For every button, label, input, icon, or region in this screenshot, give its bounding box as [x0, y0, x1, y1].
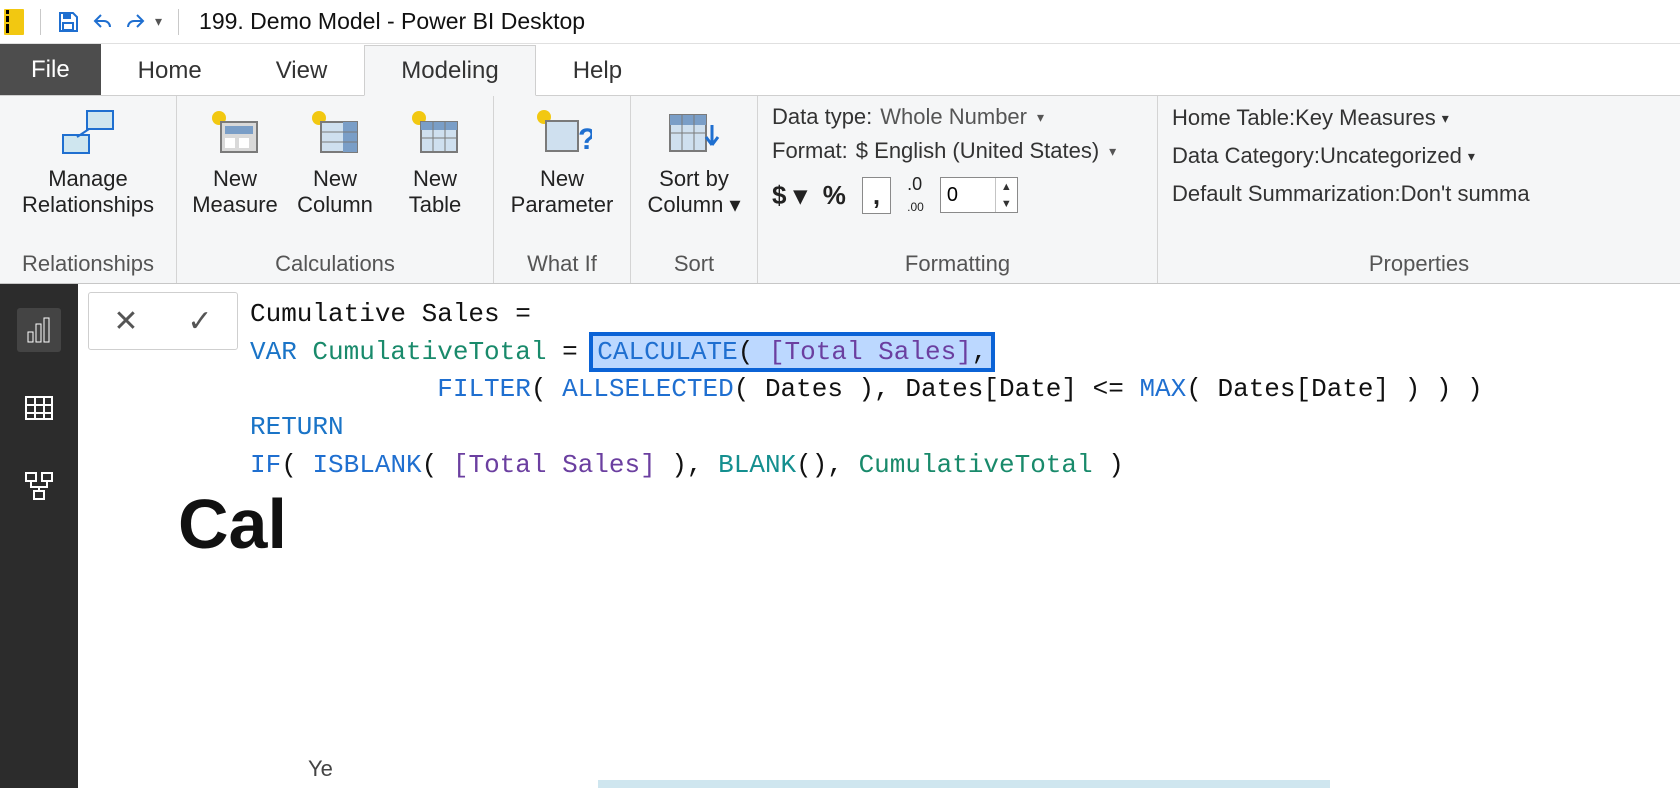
sort-by-column-label: Sort by Column ▾ [648, 166, 741, 218]
data-category-value: Uncategorized [1320, 143, 1462, 169]
cancel-formula-button[interactable]: ✕ [89, 304, 163, 339]
tab-view[interactable]: View [239, 45, 365, 96]
sort-by-column-icon [661, 106, 727, 160]
tab-file[interactable]: File [0, 44, 101, 95]
data-category-dropdown[interactable]: Data Category: Uncategorized ▾ [1166, 140, 1672, 172]
data-view-button[interactable] [17, 386, 61, 430]
undo-button[interactable] [85, 5, 119, 39]
stepper-up[interactable]: ▲ [996, 178, 1017, 195]
decimal-places-icon: .0.00 [907, 174, 924, 216]
new-column-button[interactable]: New Column [285, 102, 385, 218]
formula-bar: ✕ ✓ Cumulative Sales = VAR CumulativeTot… [78, 284, 1680, 488]
powerbi-logo-icon [4, 9, 24, 35]
separator [40, 9, 41, 35]
visual-title-fragment: Cal [178, 484, 338, 564]
format-label: Format: [772, 138, 848, 164]
new-table-icon [402, 106, 468, 160]
new-table-button[interactable]: New Table [385, 102, 485, 218]
group-label-sort: Sort [639, 247, 749, 283]
visual-axis-label-fragment: Ye [308, 756, 333, 782]
percent-format-button[interactable]: % [823, 180, 846, 211]
stepper-down[interactable]: ▼ [996, 195, 1017, 212]
ribbon-group-formatting: Data type: Whole Number ▾ Format: $ Engl… [758, 96, 1158, 283]
chevron-down-icon: ▾ [1468, 148, 1475, 165]
view-switcher [0, 284, 78, 788]
tab-help[interactable]: Help [536, 45, 659, 96]
data-type-dropdown[interactable]: Data type: Whole Number ▾ [766, 102, 1149, 132]
ribbon-group-properties: Home Table: Key Measures ▾ Data Category… [1158, 96, 1680, 283]
bottom-scroll-indicator [598, 780, 1330, 788]
chevron-down-icon: ▾ [723, 192, 740, 217]
data-type-value: Whole Number [880, 104, 1027, 130]
new-column-icon [302, 106, 368, 160]
formula-editor[interactable]: Cumulative Sales = VAR CumulativeTotal =… [244, 292, 1674, 488]
new-measure-label: New Measure [192, 166, 278, 218]
chevron-down-icon: ▾ [794, 180, 807, 210]
new-column-label: New Column [297, 166, 373, 218]
tab-modeling[interactable]: Modeling [364, 45, 535, 96]
redo-button[interactable] [119, 5, 153, 39]
default-summarization-value: Don't summa [1401, 181, 1530, 207]
selected-text: CALCULATE( [Total Sales], [593, 336, 991, 368]
group-label-properties: Properties [1166, 247, 1672, 283]
workspace: ✕ ✓ Cumulative Sales = VAR CumulativeTot… [0, 284, 1680, 788]
tab-home[interactable]: Home [101, 45, 239, 96]
ribbon-group-calculations: New Measure New Column [177, 96, 494, 283]
currency-format-button[interactable]: $ ▾ [772, 180, 807, 211]
chevron-down-icon: ▾ [1037, 109, 1044, 126]
thousands-separator-button[interactable]: , [862, 177, 891, 214]
group-label-formatting: Formatting [766, 247, 1149, 283]
new-parameter-icon: ? [529, 106, 595, 160]
group-label-whatif: What If [502, 247, 622, 283]
ribbon-group-whatif: ? New Parameter What If [494, 96, 631, 283]
new-measure-icon [202, 106, 268, 160]
measure-name: Cumulative Sales [250, 299, 515, 329]
manage-relationships-icon [55, 106, 121, 160]
formula-action-buttons: ✕ ✓ [88, 292, 238, 350]
title-bar: ▾ 199. Demo Model - Power BI Desktop [0, 0, 1680, 44]
separator [178, 9, 179, 35]
model-view-button[interactable] [17, 464, 61, 508]
ribbon: Manage Relationships Relationships New M… [0, 96, 1680, 284]
group-label-calculations: Calculations [185, 247, 485, 283]
default-summarization-dropdown[interactable]: Default Summarization: Don't summa [1166, 178, 1672, 210]
group-label-relationships: Relationships [8, 247, 168, 283]
ribbon-group-relationships: Manage Relationships Relationships [0, 96, 177, 283]
chevron-down-icon: ▾ [1109, 143, 1116, 160]
qat-customize-dropdown[interactable]: ▾ [155, 13, 162, 30]
svg-text:?: ? [578, 123, 592, 156]
format-dropdown[interactable]: Format: $ English (United States) ▾ [766, 136, 1149, 166]
manage-relationships-label: Manage Relationships [22, 166, 154, 218]
manage-relationships-button[interactable]: Manage Relationships [8, 102, 168, 218]
new-measure-button[interactable]: New Measure [185, 102, 285, 218]
ribbon-tabs: File Home View Modeling Help [0, 44, 1680, 96]
home-table-label: Home Table: [1172, 105, 1295, 131]
window-title: 199. Demo Model - Power BI Desktop [199, 8, 585, 35]
default-summarization-label: Default Summarization: [1172, 181, 1401, 207]
data-type-label: Data type: [772, 104, 872, 130]
new-parameter-label: New Parameter [511, 166, 614, 218]
save-button[interactable] [51, 5, 85, 39]
home-table-dropdown[interactable]: Home Table: Key Measures ▾ [1166, 102, 1672, 134]
new-parameter-button[interactable]: ? New Parameter [502, 102, 622, 218]
format-value: $ English (United States) [856, 138, 1099, 164]
report-view-button[interactable] [17, 308, 61, 352]
decimal-places-stepper[interactable]: ▲▼ [940, 177, 1018, 213]
chevron-down-icon: ▾ [1442, 110, 1449, 127]
new-table-label: New Table [409, 166, 462, 218]
commit-formula-button[interactable]: ✓ [163, 304, 237, 339]
decimal-places-input[interactable] [941, 178, 995, 212]
ribbon-group-sort: Sort by Column ▾ Sort [631, 96, 758, 283]
home-table-value: Key Measures [1295, 105, 1436, 131]
canvas: ✕ ✓ Cumulative Sales = VAR CumulativeTot… [78, 284, 1680, 788]
sort-by-column-button[interactable]: Sort by Column ▾ [639, 102, 749, 218]
data-category-label: Data Category: [1172, 143, 1320, 169]
